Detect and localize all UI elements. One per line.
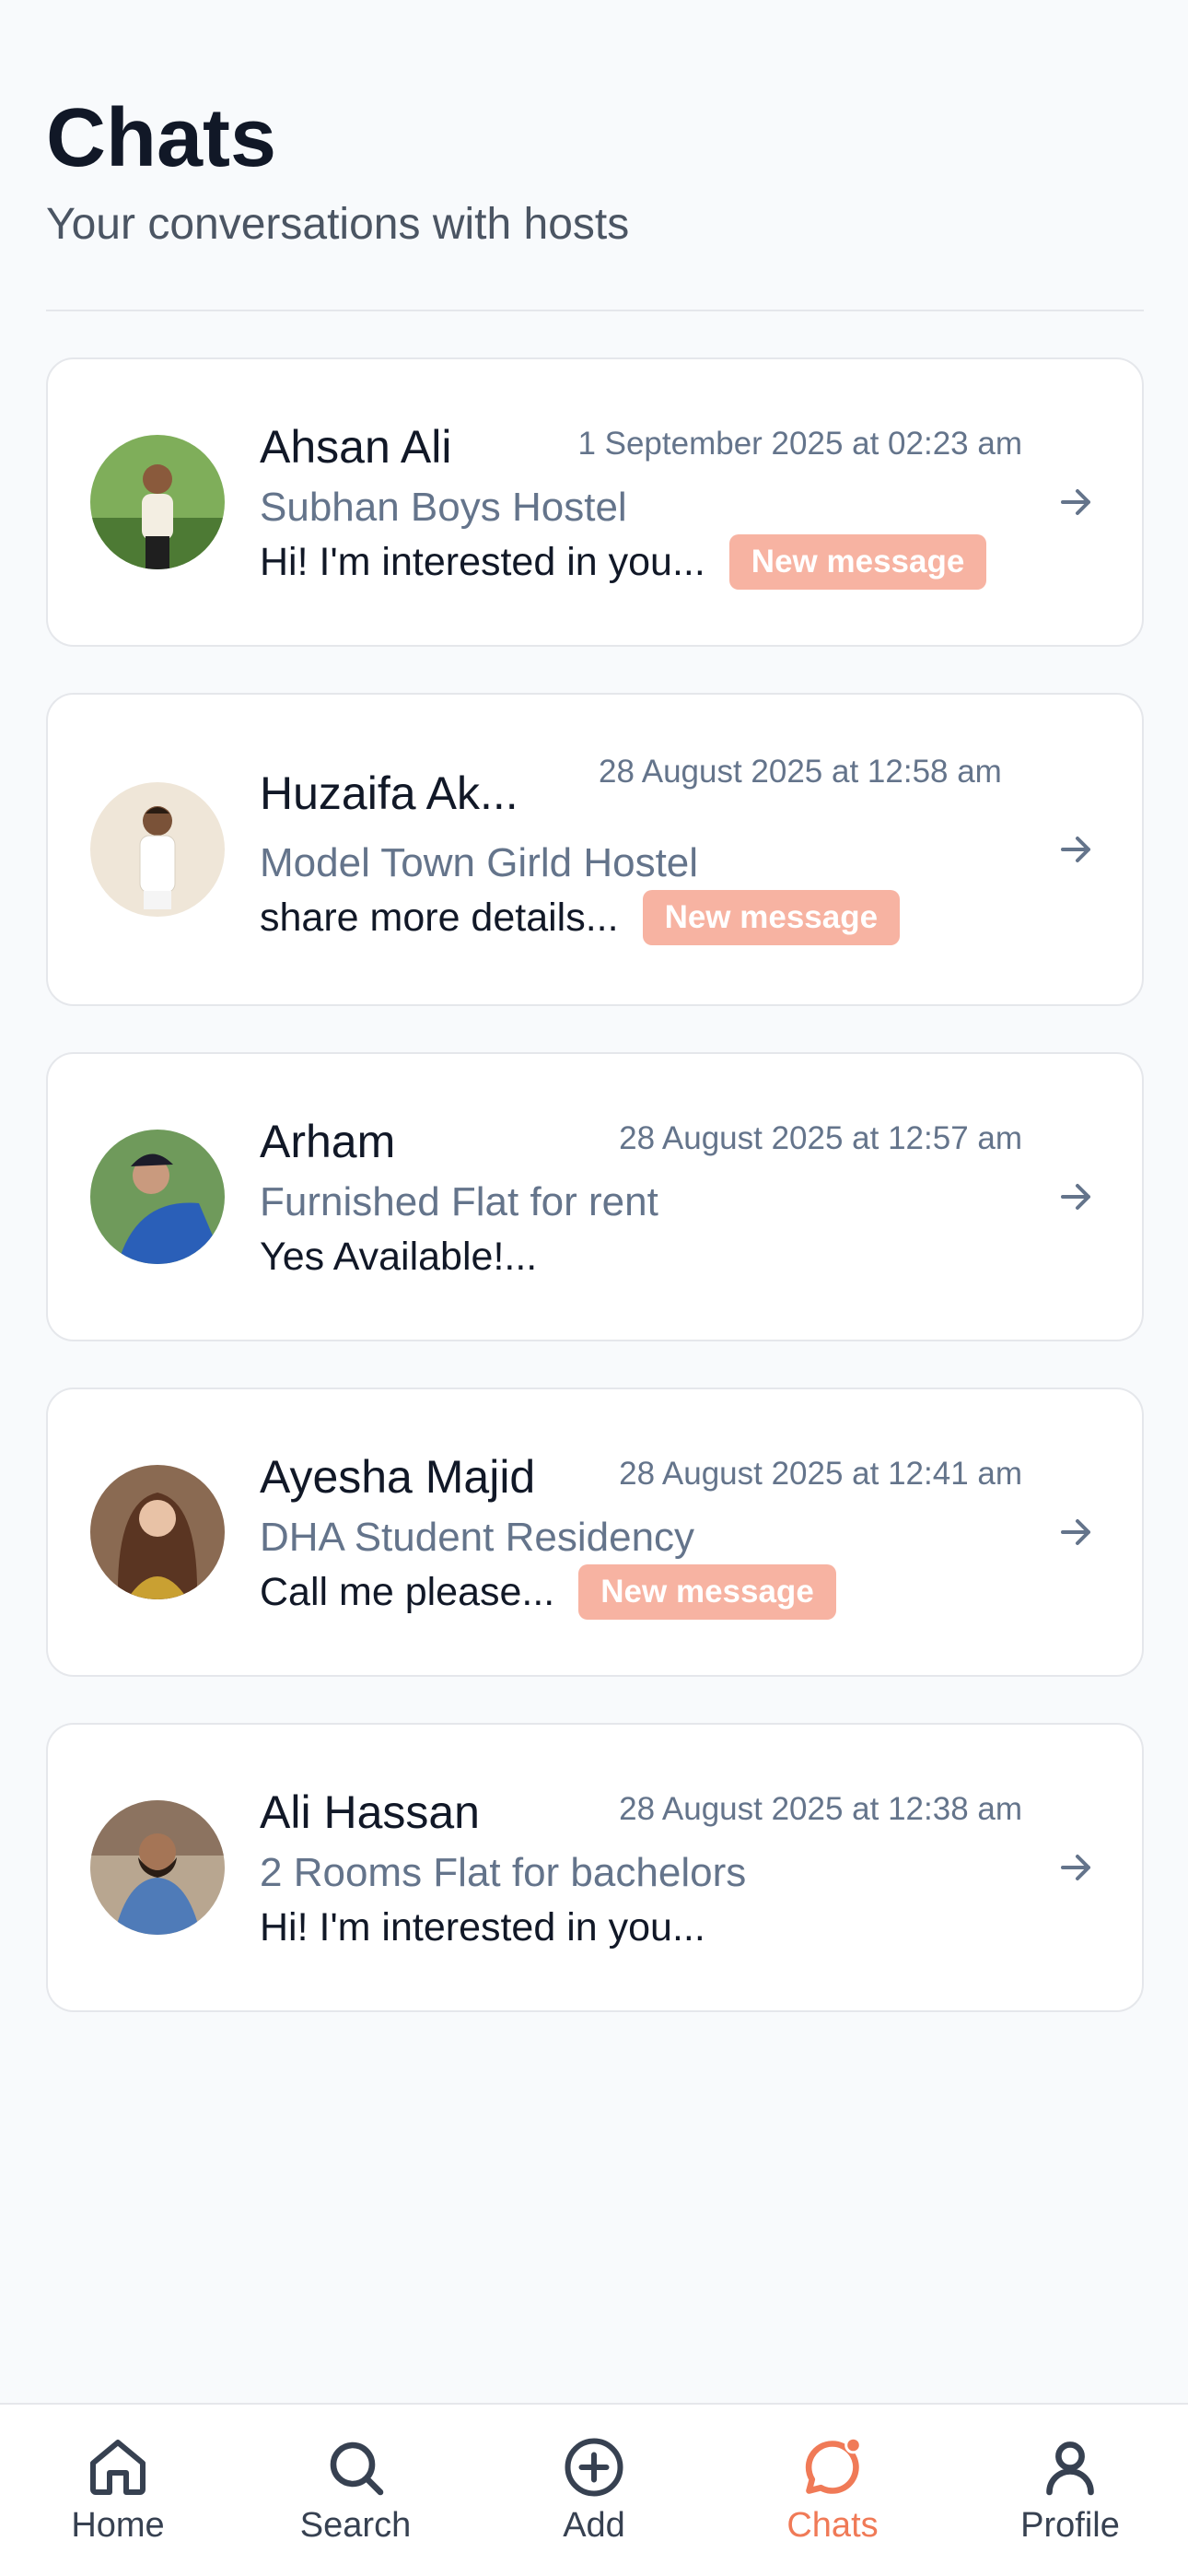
- listing-title: DHA Student Residency: [260, 1515, 695, 1560]
- chat-card[interactable]: Ayesha Majid 28 August 2025 at 12:41 am …: [46, 1388, 1144, 1677]
- page-subtitle: Your conversations with hosts: [46, 200, 630, 249]
- avatar: [90, 435, 225, 569]
- nav-home[interactable]: Home: [26, 2434, 210, 2546]
- chat-card[interactable]: Arham 28 August 2025 at 12:57 am Furnish…: [46, 1052, 1144, 1341]
- timestamp: 28 August 2025 at 12:38 am: [619, 1791, 1022, 1827]
- search-icon: [330, 2441, 384, 2496]
- avatar: [90, 1800, 225, 1935]
- message-preview: Call me please...: [260, 1569, 555, 1614]
- contact-name: Ahsan Ali: [260, 421, 452, 473]
- contact-name: Huzaifa Ak...: [260, 767, 518, 819]
- page-header: Chats Your conversations with hosts: [46, 88, 1144, 252]
- timestamp: 1 September 2025 at 02:23 am: [577, 426, 1022, 462]
- listing-title: Furnished Flat for rent: [260, 1179, 658, 1224]
- nav-add[interactable]: Add: [502, 2434, 686, 2546]
- header-divider: [46, 310, 1144, 311]
- chat-list: Ahsan Ali 1 September 2025 at 02:23 am S…: [46, 357, 1144, 2058]
- message-row: Yes Available!...: [260, 1235, 537, 1280]
- timestamp: 28 August 2025 at 12:41 am: [619, 1456, 1022, 1492]
- nav-label: Profile: [1020, 2506, 1120, 2545]
- contact-name: Ayesha Majid: [260, 1451, 536, 1503]
- arrow-right-icon[interactable]: [1054, 1175, 1098, 1219]
- chat-card[interactable]: Ali Hassan 28 August 2025 at 12:38 am 2 …: [46, 1723, 1144, 2012]
- user-icon: [1046, 2441, 1094, 2496]
- nav-profile[interactable]: Profile: [978, 2434, 1162, 2546]
- nav-search[interactable]: Search: [263, 2434, 448, 2546]
- avatar: [90, 1465, 225, 1599]
- message-row: Hi! I'm interested in you...: [260, 1905, 705, 1950]
- nav-label: Search: [299, 2506, 412, 2545]
- arrow-right-icon[interactable]: [1054, 480, 1098, 524]
- new-message-badge: New message: [728, 534, 987, 590]
- listing-title: 2 Rooms Flat for bachelors: [260, 1850, 747, 1895]
- timestamp: 28 August 2025 at 12:58 am: [599, 754, 1002, 790]
- arrow-right-icon[interactable]: [1054, 1845, 1098, 1890]
- new-message-badge: New message: [578, 1564, 836, 1620]
- message-row: Hi! I'm interested in you... New message: [260, 534, 987, 590]
- message-preview: share more details...: [260, 895, 619, 940]
- message-preview: Hi! I'm interested in you...: [260, 1905, 705, 1950]
- arrow-right-icon[interactable]: [1054, 827, 1098, 872]
- arrow-right-icon[interactable]: [1054, 1510, 1098, 1554]
- nav-label: Home: [71, 2506, 165, 2545]
- bottom-nav: Home Search Add Chats Profile: [0, 2403, 1188, 2576]
- avatar: [90, 1130, 225, 1264]
- nav-label: Chats: [786, 2506, 879, 2545]
- page-title: Chats: [46, 92, 277, 184]
- nav-chats[interactable]: Chats: [740, 2434, 925, 2546]
- message-row: share more details... New message: [260, 890, 901, 945]
- chat-card[interactable]: Ahsan Ali 1 September 2025 at 02:23 am S…: [46, 357, 1144, 647]
- avatar: [90, 782, 225, 917]
- listing-title: Model Town Girld Hostel: [260, 840, 699, 885]
- contact-name: Arham: [260, 1116, 396, 1167]
- home-icon: [90, 2440, 146, 2495]
- message-row: Call me please... New message: [260, 1564, 836, 1620]
- message-preview: Hi! I'm interested in you...: [260, 539, 705, 584]
- chat-card[interactable]: Huzaifa Ak... 28 August 2025 at 12:58 am…: [46, 693, 1144, 1006]
- message-preview: Yes Available!...: [260, 1235, 538, 1279]
- nav-label: Add: [563, 2506, 625, 2545]
- new-message-badge: New message: [642, 890, 901, 945]
- contact-name: Ali Hassan: [260, 1786, 480, 1838]
- timestamp: 28 August 2025 at 12:57 am: [619, 1120, 1022, 1156]
- add-circle-icon: [565, 2438, 623, 2497]
- listing-title: Subhan Boys Hostel: [260, 485, 627, 530]
- chat-bubble-icon: [805, 2436, 862, 2494]
